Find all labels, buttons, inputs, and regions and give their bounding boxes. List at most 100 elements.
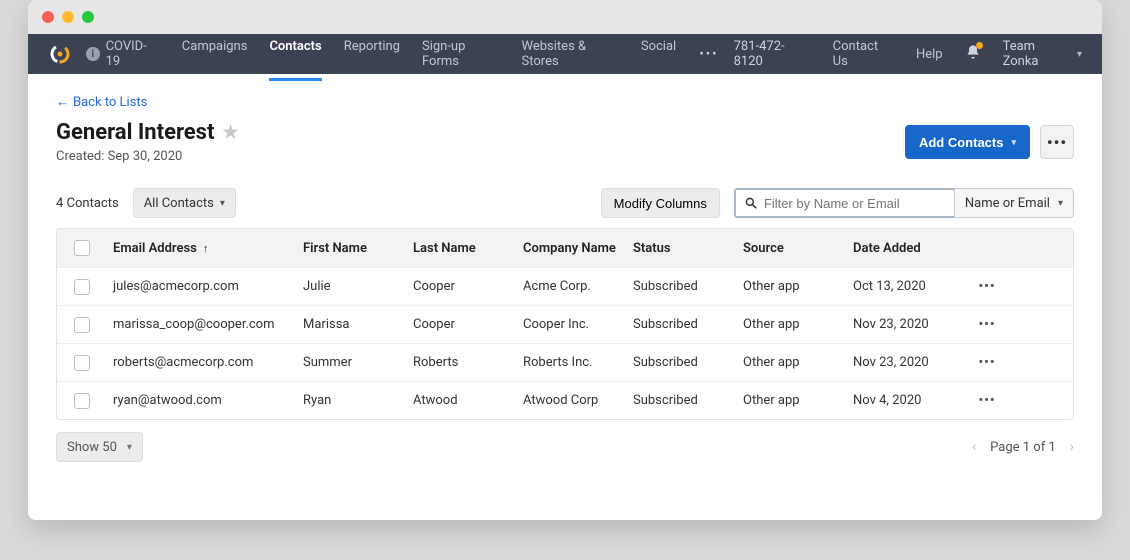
chevron-down-icon: ▾ [127, 442, 132, 453]
row-checkbox[interactable] [74, 355, 90, 371]
col-company[interactable]: Company Name [517, 241, 627, 256]
row-checkbox[interactable] [74, 393, 90, 409]
back-link-label: Back to Lists [73, 95, 147, 110]
cell-source: Other app [737, 279, 847, 294]
title-row: General Interest ★ Created: Sep 30, 2020… [56, 120, 1074, 164]
col-date[interactable]: Date Added [847, 241, 967, 256]
table-footer: Show 50 ▾ ‹ Page 1 of 1 › [56, 432, 1074, 476]
cell-last: Atwood [407, 393, 517, 408]
search-mode-label: Name or Email [965, 196, 1050, 211]
nav-item-sign-up-forms[interactable]: Sign-up Forms [422, 39, 500, 69]
page-size-dropdown[interactable]: Show 50 ▾ [56, 432, 143, 462]
chevron-down-icon: ▾ [1011, 137, 1016, 148]
team-dropdown[interactable]: Team Zonka ▾ [1003, 39, 1082, 69]
row-checkbox[interactable] [74, 279, 90, 295]
nav-item-campaigns[interactable]: Campaigns [182, 39, 248, 69]
contacts-count: 4 Contacts [56, 196, 119, 211]
table-body: jules@acmecorp.comJulieCooperAcme Corp.S… [57, 267, 1073, 419]
created-line: Created: Sep 30, 2020 [56, 149, 239, 164]
row-checkbox[interactable] [74, 317, 90, 333]
chevron-down-icon: ▾ [1077, 49, 1082, 60]
col-first-name[interactable]: First Name [297, 241, 407, 256]
col-status[interactable]: Status [627, 241, 737, 256]
search-box[interactable] [734, 188, 954, 218]
pager-next-button[interactable]: › [1070, 439, 1074, 455]
nav-item-social[interactable]: Social [641, 39, 676, 69]
col-email[interactable]: Email Address ↑ [107, 241, 297, 256]
cell-company: Roberts Inc. [517, 355, 627, 370]
cell-status: Subscribed [627, 355, 737, 370]
toolbar: 4 Contacts All Contacts ▾ Modify Columns… [56, 188, 1074, 218]
app-window: i COVID-19 Campaigns Contacts Reporting Sig… [28, 0, 1102, 520]
cell-status: Subscribed [627, 317, 737, 332]
nav-help[interactable]: Help [916, 47, 943, 62]
table-row[interactable]: ryan@atwood.comRyanAtwoodAtwood CorpSubs… [57, 381, 1073, 419]
more-actions-button[interactable]: ••• [1040, 125, 1074, 159]
select-all-checkbox[interactable] [74, 240, 90, 256]
window-close-icon[interactable] [42, 11, 54, 23]
nav-item-reporting[interactable]: Reporting [344, 39, 400, 69]
title-actions: Add Contacts ▾ ••• [905, 125, 1074, 159]
created-date: Sep 30, 2020 [108, 149, 183, 164]
add-contacts-label: Add Contacts [919, 135, 1004, 150]
notification-dot-icon [976, 42, 983, 49]
info-icon: i [86, 47, 100, 61]
nav-covid-link[interactable]: i COVID-19 [86, 39, 160, 69]
cell-date: Nov 23, 2020 [847, 355, 967, 370]
cell-email: jules@acmecorp.com [107, 279, 297, 294]
window-minimize-icon[interactable] [62, 11, 74, 23]
nav-items: Campaigns Contacts Reporting Sign-up Forms W… [182, 39, 676, 69]
pager-prev-button[interactable]: ‹ [972, 439, 976, 455]
app-logo-icon[interactable] [48, 42, 72, 66]
nav-more-icon[interactable]: ••• [698, 47, 719, 62]
nav-contact-us[interactable]: Contact Us [833, 39, 894, 69]
main-content: ← Back to Lists General Interest ★ Creat… [28, 74, 1102, 520]
cell-email: marissa_coop@cooper.com [107, 317, 297, 332]
cell-first: Ryan [297, 393, 407, 408]
nav-phone: 781-472-8120 [734, 39, 811, 69]
cell-last: Cooper [407, 317, 517, 332]
nav-item-contacts[interactable]: Contacts [269, 39, 321, 69]
cell-company: Atwood Corp [517, 393, 627, 408]
cell-source: Other app [737, 393, 847, 408]
row-more-button[interactable]: ••• [967, 279, 1007, 294]
cell-status: Subscribed [627, 279, 737, 294]
nav-left-group: i COVID-19 Campaigns Contacts Reporting Sig… [86, 39, 720, 69]
table-row[interactable]: jules@acmecorp.comJulieCooperAcme Corp.S… [57, 267, 1073, 305]
cell-first: Summer [297, 355, 407, 370]
cell-company: Cooper Inc. [517, 317, 627, 332]
table-row[interactable]: roberts@acmecorp.comSummerRobertsRoberts… [57, 343, 1073, 381]
notifications-button[interactable] [965, 44, 981, 64]
table-row[interactable]: marissa_coop@cooper.comMarissaCooperCoop… [57, 305, 1073, 343]
filter-all-contacts-dropdown[interactable]: All Contacts ▾ [133, 188, 236, 218]
cell-first: Marissa [297, 317, 407, 332]
created-prefix: Created: [56, 149, 108, 164]
col-source[interactable]: Source [737, 241, 847, 256]
add-contacts-button[interactable]: Add Contacts ▾ [905, 125, 1030, 159]
col-last-name[interactable]: Last Name [407, 241, 517, 256]
row-more-button[interactable]: ••• [967, 355, 1007, 370]
cell-last: Roberts [407, 355, 517, 370]
cell-first: Julie [297, 279, 407, 294]
contacts-table: Email Address ↑ First Name Last Name Com… [56, 228, 1074, 420]
cell-source: Other app [737, 317, 847, 332]
title-left: General Interest ★ Created: Sep 30, 2020 [56, 120, 239, 164]
back-to-lists-link[interactable]: ← Back to Lists [56, 94, 1074, 110]
window-titlebar [28, 0, 1102, 34]
row-more-button[interactable]: ••• [967, 393, 1007, 408]
window-zoom-icon[interactable] [82, 11, 94, 23]
cell-status: Subscribed [627, 393, 737, 408]
cell-date: Nov 23, 2020 [847, 317, 967, 332]
cell-company: Acme Corp. [517, 279, 627, 294]
cell-date: Nov 4, 2020 [847, 393, 967, 408]
row-more-button[interactable]: ••• [967, 317, 1007, 332]
search-input[interactable] [764, 196, 934, 211]
star-icon[interactable]: ★ [222, 122, 238, 143]
search-group: Name or Email ▾ [734, 188, 1074, 218]
cell-last: Cooper [407, 279, 517, 294]
team-label: Team Zonka [1003, 39, 1071, 69]
cell-date: Oct 13, 2020 [847, 279, 967, 294]
modify-columns-button[interactable]: Modify Columns [601, 188, 720, 218]
search-mode-dropdown[interactable]: Name or Email ▾ [954, 188, 1074, 218]
nav-item-websites-stores[interactable]: Websites & Stores [522, 39, 619, 69]
